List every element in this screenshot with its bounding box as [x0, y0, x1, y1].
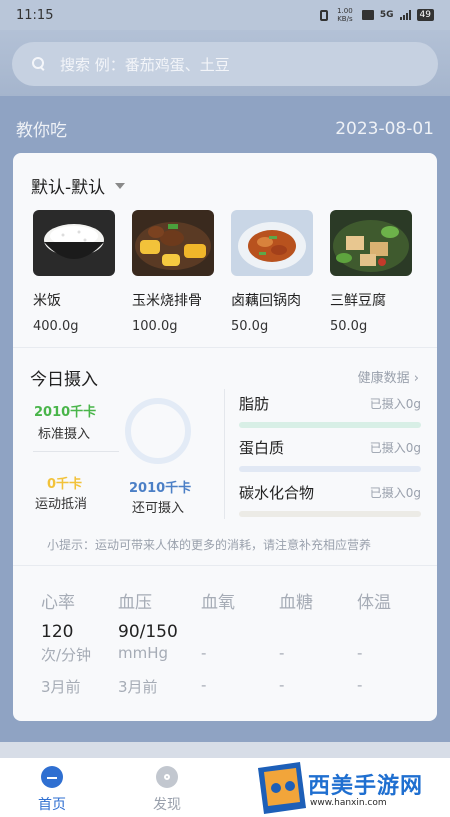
metric-blood-sugar[interactable]: 血糖 - -	[279, 588, 359, 694]
tab-home[interactable]: 首页	[22, 766, 82, 814]
status-time: 11:15	[16, 7, 54, 23]
metric-heart-rate[interactable]: 心率 120 次/分钟 3月前	[41, 588, 121, 696]
diet-card: 默认-默认 米饭 400.0g 玉米烧排骨 100.0g 卤藕回锅肉 50.0g…	[13, 153, 437, 721]
intake-title: 今日摄入	[30, 370, 98, 390]
food-item[interactable]: 玉米烧排骨 100.0g	[132, 210, 214, 334]
nutrient-protein: 蛋白质 已摄入0g	[239, 437, 421, 472]
pork-lotus-image	[231, 210, 313, 276]
search-input[interactable]: 搜索 例：番茄鸡蛋、土豆	[12, 42, 438, 86]
metric-value: 90/150	[118, 622, 178, 642]
metric-value: 120	[41, 622, 74, 642]
metric-unit: -	[357, 644, 363, 662]
nutrient-bar	[239, 511, 421, 517]
metric-time: -	[201, 676, 207, 694]
food-item[interactable]: 三鲜豆腐 50.0g	[330, 210, 412, 334]
health-data-link[interactable]: 健康数据 ›	[358, 367, 419, 386]
metric-blood-pressure[interactable]: 血压 90/150 mmHg 3月前	[118, 588, 198, 696]
metric-unit: -	[279, 644, 285, 662]
food-weight: 400.0g	[33, 319, 79, 334]
nutrient-fat: 脂肪 已摄入0g	[239, 393, 421, 428]
tofu-image	[330, 210, 412, 276]
food-item[interactable]: 米饭 400.0g	[33, 210, 115, 334]
divider	[33, 451, 119, 452]
sim-icon	[361, 10, 374, 20]
nutrient-status: 已摄入0g	[369, 441, 421, 455]
nutrient-status: 已摄入0g	[369, 397, 421, 411]
tab-discover[interactable]: 发现	[137, 766, 197, 814]
nutrient-name: 碳水化合物	[239, 484, 315, 502]
food-name: 玉米烧排骨	[132, 293, 202, 309]
tab-home-label: 首页	[38, 797, 66, 813]
metric-unit: -	[201, 644, 207, 662]
calorie-ring	[124, 397, 192, 465]
metric-temperature[interactable]: 体温 - -	[357, 588, 437, 694]
chevron-right-icon: ›	[413, 371, 419, 386]
corn-ribs-image	[132, 210, 214, 276]
standard-intake-label: 标准摄入	[38, 427, 91, 442]
date-picker[interactable]: 2023-08-01	[335, 119, 434, 139]
battery-icon: 49	[416, 9, 434, 21]
metric-time: -	[357, 676, 363, 694]
metric-time: 3月前	[118, 678, 158, 696]
watermark-text: 西美手游网	[308, 774, 424, 799]
section-header: 教你吃 2023-08-01	[16, 116, 434, 142]
exercise-offset-label: 运动抵消	[35, 497, 88, 512]
nutrient-bar	[239, 466, 421, 472]
metric-blood-oxygen[interactable]: 血氧 - -	[201, 588, 281, 694]
section-title: 教你吃	[16, 121, 67, 141]
card-peek	[0, 742, 450, 758]
signal-icon	[399, 10, 411, 20]
rice-bowl-image	[33, 210, 115, 276]
standard-intake-value: 2010千卡	[34, 405, 97, 420]
nutrient-name: 蛋白质	[239, 439, 285, 457]
food-item[interactable]: 卤藕回锅肉 50.0g	[231, 210, 313, 334]
food-list: 米饭 400.0g 玉米烧排骨 100.0g 卤藕回锅肉 50.0g 三鲜豆腐 …	[33, 210, 412, 334]
food-name: 卤藕回锅肉	[231, 293, 301, 309]
home-icon	[41, 766, 63, 788]
nutrient-name: 脂肪	[239, 395, 270, 413]
search-placeholder: 搜索 例：番茄鸡蛋、土豆	[60, 55, 230, 74]
metric-time: 3月前	[41, 678, 81, 696]
metric-label: 血压	[118, 593, 152, 613]
divider	[224, 389, 225, 519]
food-weight: 50.0g	[330, 319, 368, 334]
metric-label: 血糖	[279, 593, 313, 613]
exercise-offset-value: 0千卡	[47, 477, 83, 492]
remaining-intake-value: 2010千卡	[129, 481, 192, 496]
intake-tip: 小提示：运动可带来人体的更多的消耗，请注意补充相应营养	[47, 538, 372, 552]
meal-selector-label: 默认-默认	[31, 178, 106, 198]
metric-unit: 次/分钟	[41, 646, 92, 664]
watermark-logo: 西美手游网 www.hanxin.com	[252, 760, 442, 815]
divider	[13, 565, 437, 566]
divider	[13, 347, 437, 348]
metric-label: 体温	[357, 593, 391, 613]
remaining-intake-label: 还可摄入	[132, 501, 185, 516]
header: 搜索 例：番茄鸡蛋、土豆	[0, 30, 450, 96]
network-type: 5G	[379, 10, 394, 20]
food-weight: 100.0g	[132, 319, 178, 334]
search-icon	[32, 57, 46, 71]
compass-icon	[156, 766, 178, 788]
meal-selector[interactable]: 默认-默认	[31, 173, 126, 198]
metric-time: -	[279, 676, 285, 694]
nutrient-carbs: 碳水化合物 已摄入0g	[239, 482, 421, 517]
metric-label: 心率	[41, 593, 75, 613]
health-data-label: 健康数据	[357, 371, 410, 386]
vibrate-icon	[319, 9, 328, 21]
status-bar: 11:15 1.00 KB/s 5G 49	[0, 0, 450, 30]
food-name: 米饭	[33, 293, 61, 309]
status-icons: 1.00 KB/s 5G 49	[319, 7, 434, 23]
caret-down-icon	[115, 182, 126, 189]
metric-unit: mmHg	[118, 644, 169, 662]
food-weight: 50.0g	[231, 319, 269, 334]
nutrient-status: 已摄入0g	[369, 486, 421, 500]
net-speed: 1.00 KB/s	[337, 7, 353, 23]
nutrient-bar	[239, 422, 421, 428]
metric-label: 血氧	[201, 593, 235, 613]
food-name: 三鲜豆腐	[330, 293, 386, 309]
tab-discover-label: 发现	[153, 797, 181, 813]
watermark-url: www.hanxin.com	[310, 798, 387, 808]
